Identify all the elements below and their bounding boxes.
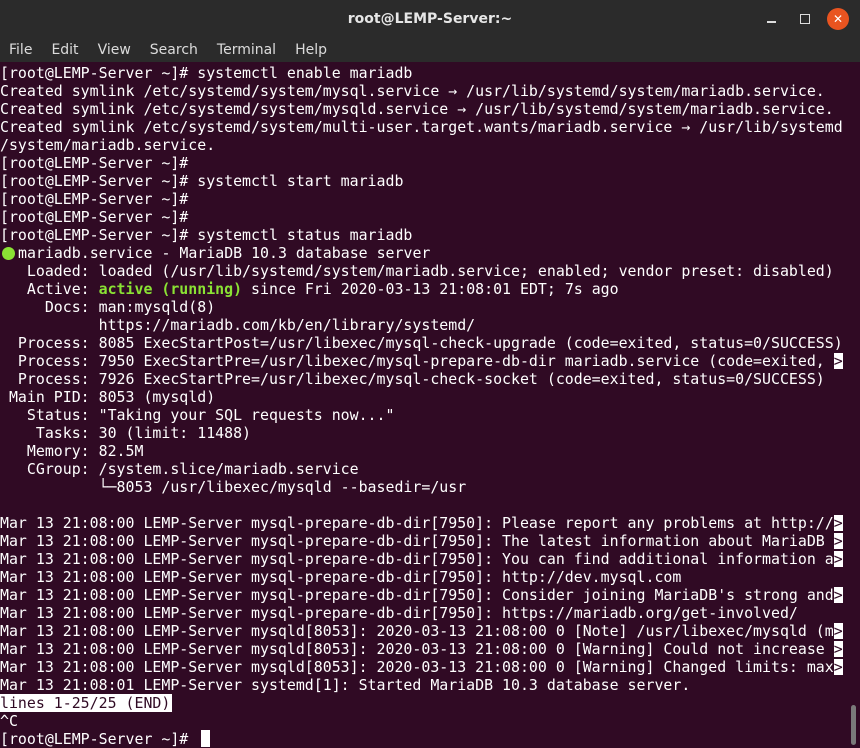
truncation-marker: >: [833, 532, 843, 550]
terminal-line: [root@LEMP-Server ~]#: [0, 208, 189, 226]
terminal-line: Process: 7926 ExecStartPre=/usr/libexec/…: [0, 370, 825, 388]
terminal-line: ^C: [0, 712, 18, 730]
terminal-line: Mar 13 21:08:01 LEMP-Server systemd[1]: …: [0, 676, 691, 694]
terminal-line-text: Mar 13 21:08:00 LEMP-Server mysql-prepar…: [0, 514, 834, 532]
terminal-line: https://mariadb.com/kb/en/library/system…: [0, 316, 476, 334]
terminal-line: Loaded: loaded (/usr/lib/systemd/system/…: [0, 262, 834, 280]
truncated-line: Mar 13 21:08:00 LEMP-Server mysql-prepar…: [0, 514, 848, 532]
terminal-line: Mar 13 21:08:00 LEMP-Server mysql-prepar…: [0, 604, 798, 622]
terminal-line: Created symlink /etc/systemd/system/mysq…: [0, 82, 825, 100]
active-status-line: Active: active (running) since Fri 2020-…: [0, 280, 848, 298]
active-since-text: since Fri 2020-03-13 21:08:01 EDT; 7s ag…: [242, 280, 619, 298]
terminal-window: root@LEMP-Server:~ ✕ File Edit View Sear…: [0, 0, 860, 748]
maximize-icon: [800, 14, 810, 24]
truncated-line: Mar 13 21:08:00 LEMP-Server mysqld[8053]…: [0, 622, 848, 640]
truncation-marker: >: [833, 622, 843, 640]
menu-help[interactable]: Help: [295, 42, 327, 58]
truncated-line: Mar 13 21:08:00 LEMP-Server mysql-prepar…: [0, 532, 848, 550]
minimize-button[interactable]: [760, 8, 782, 30]
truncated-line: Mar 13 21:08:00 LEMP-Server mysqld[8053]…: [0, 658, 848, 676]
terminal-line-text: Process: 7950 ExecStartPre=/usr/libexec/…: [0, 352, 834, 370]
truncated-line: Mar 13 21:08:00 LEMP-Server mysqld[8053]…: [0, 640, 848, 658]
menu-search[interactable]: Search: [150, 42, 198, 58]
service-header-line: mariadb.service - MariaDB 10.3 database …: [0, 244, 848, 262]
terminal-line: [root@LEMP-Server ~]# systemctl start ma…: [0, 172, 404, 190]
menu-view[interactable]: View: [98, 42, 131, 58]
terminal-output[interactable]: [root@LEMP-Server ~]# systemctl enable m…: [0, 64, 848, 748]
active-label: Active:: [0, 280, 99, 298]
pager-status-line: lines 1-25/25 (END): [0, 694, 848, 712]
terminal-line: Mar 13 21:08:00 LEMP-Server mysql-prepar…: [0, 568, 682, 586]
terminal-line: [root@LEMP-Server ~]# systemctl status m…: [0, 226, 413, 244]
menu-file[interactable]: File: [9, 42, 32, 58]
terminal-line: [root@LEMP-Server ~]#: [0, 154, 189, 172]
close-icon: ✕: [832, 12, 844, 26]
terminal-line: CGroup: /system.slice/mariadb.service: [0, 460, 359, 478]
prompt-line[interactable]: [root@LEMP-Server ~]#: [0, 730, 848, 748]
terminal-line-text: Mar 13 21:08:00 LEMP-Server mysqld[8053]…: [0, 658, 834, 676]
terminal-line: Tasks: 30 (limit: 11488): [0, 424, 252, 442]
terminal-line: └─8053 /usr/libexec/mysqld --basedir=/us…: [0, 478, 467, 496]
scrollbar-thumb[interactable]: [851, 705, 856, 745]
menu-terminal[interactable]: Terminal: [217, 42, 276, 58]
terminal-line: Memory: 82.5M: [0, 442, 144, 460]
terminal-line: [root@LEMP-Server ~]#: [0, 190, 189, 208]
active-running-status: active (running): [98, 280, 243, 298]
terminal-line: [root@LEMP-Server ~]# systemctl enable m…: [0, 64, 413, 82]
maximize-button[interactable]: [794, 8, 816, 30]
window-title: root@LEMP-Server:~: [347, 11, 513, 27]
text-cursor: [201, 730, 211, 747]
pager-status: lines 1-25/25 (END): [0, 694, 173, 712]
terminal-line: Docs: man:mysqld(8): [0, 298, 216, 316]
status-dot-icon: [2, 247, 15, 260]
menu-edit[interactable]: Edit: [51, 42, 78, 58]
terminal-line: Created symlink /etc/systemd/system/mult…: [0, 118, 843, 136]
truncation-marker: >: [833, 586, 843, 604]
terminal-line-text: Mar 13 21:08:00 LEMP-Server mysqld[8053]…: [0, 622, 834, 640]
terminal-line: /system/mariadb.service.: [0, 136, 216, 154]
terminal-line: Main PID: 8053 (mysqld): [0, 388, 216, 406]
truncation-marker: >: [833, 352, 843, 370]
terminal-line: Created symlink /etc/systemd/system/mysq…: [0, 100, 834, 118]
title-bar[interactable]: root@LEMP-Server:~ ✕: [0, 0, 860, 38]
prompt-text: [root@LEMP-Server ~]#: [0, 730, 198, 748]
terminal-line-text: Mar 13 21:08:00 LEMP-Server mysql-prepar…: [0, 550, 834, 568]
terminal-line-text: Mar 13 21:08:00 LEMP-Server mysql-prepar…: [0, 586, 834, 604]
truncation-marker: >: [833, 514, 843, 532]
menu-bar: File Edit View Search Terminal Help: [0, 38, 860, 62]
minimize-icon: [766, 20, 776, 23]
truncation-marker: >: [833, 640, 843, 658]
terminal-line: Status: "Taking your SQL requests now...…: [0, 406, 395, 424]
close-button[interactable]: ✕: [827, 8, 849, 30]
truncated-line: Mar 13 21:08:00 LEMP-Server mysql-prepar…: [0, 586, 848, 604]
truncation-marker: >: [833, 658, 843, 676]
terminal-line-text: Mar 13 21:08:00 LEMP-Server mysqld[8053]…: [0, 640, 834, 658]
truncated-line: Mar 13 21:08:00 LEMP-Server mysql-prepar…: [0, 550, 848, 568]
truncation-marker: >: [833, 550, 843, 568]
truncated-line: Process: 7950 ExecStartPre=/usr/libexec/…: [0, 352, 848, 370]
service-header-text: mariadb.service - MariaDB 10.3 database …: [18, 244, 431, 262]
terminal-line-text: Mar 13 21:08:00 LEMP-Server mysql-prepar…: [0, 532, 834, 550]
terminal-line: Process: 8085 ExecStartPost=/usr/libexec…: [0, 334, 843, 352]
